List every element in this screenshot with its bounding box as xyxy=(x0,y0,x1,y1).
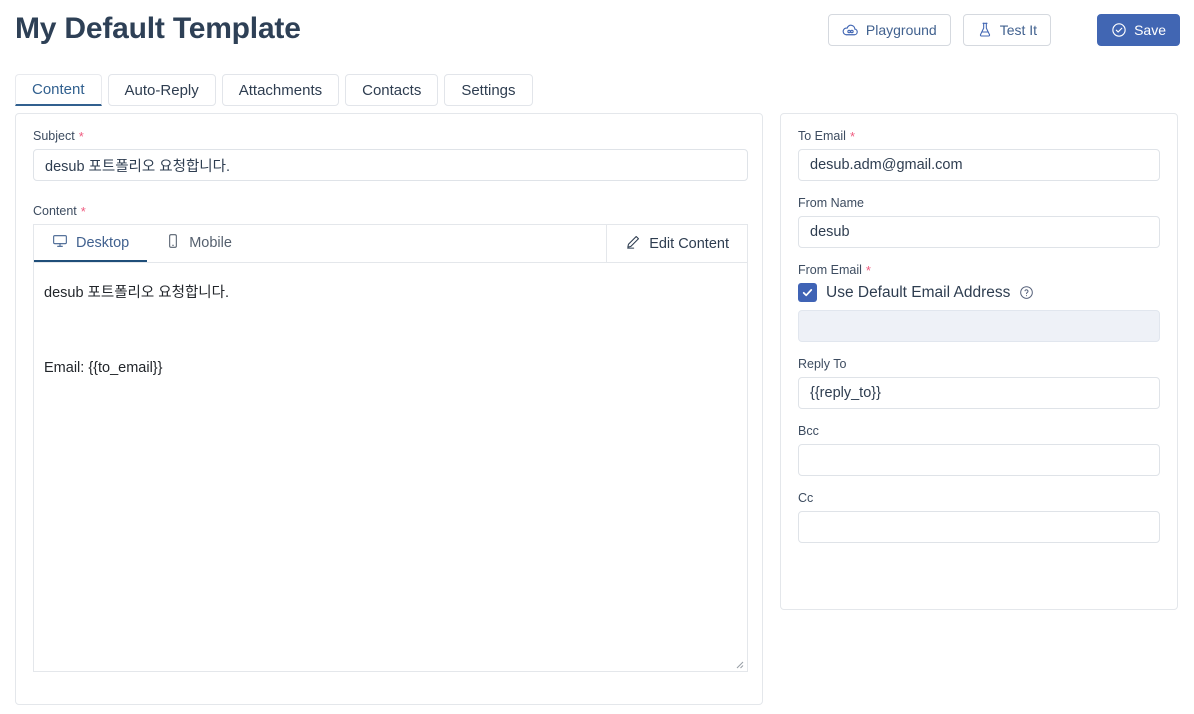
to-email-input-value: desub.adm@gmail.com xyxy=(810,157,963,173)
test-it-button-label: Test It xyxy=(999,22,1038,38)
from-name-input[interactable]: desub xyxy=(798,216,1160,248)
content-panel: Subject * desub 포트폴리오 요청합니다. Content * D… xyxy=(15,113,763,705)
content-preview-textarea[interactable]: desub 포트폴리오 요청합니다. Email: {{to_email}} xyxy=(33,262,748,672)
test-it-button[interactable]: Test It xyxy=(962,14,1052,46)
main-tabs: Content Auto-Reply Attachments Contacts … xyxy=(15,74,533,106)
tab-attachments-label: Attachments xyxy=(238,81,323,99)
cc-label-text: Cc xyxy=(798,491,814,505)
view-tab-mobile[interactable]: Mobile xyxy=(147,225,250,262)
to-email-label-text: To Email xyxy=(798,129,846,143)
from-email-label-text: From Email xyxy=(798,263,862,277)
bcc-input[interactable] xyxy=(798,444,1160,476)
content-label-text: Content xyxy=(33,204,77,218)
content-label: Content * xyxy=(33,204,748,218)
from-email-input xyxy=(798,310,1160,342)
from-name-input-value: desub xyxy=(810,224,850,240)
use-default-email-label: Use Default Email Address xyxy=(826,283,1011,301)
reply-to-field-group: Reply To {{reply_to}} xyxy=(798,357,1160,409)
cc-input[interactable] xyxy=(798,511,1160,543)
playground-button-label: Playground xyxy=(865,22,937,38)
from-email-label: From Email * xyxy=(798,263,1160,277)
subject-input-value: desub 포트폴리오 요청합니다. xyxy=(45,158,230,175)
tab-contacts-label: Contacts xyxy=(362,81,422,99)
tab-content[interactable]: Content xyxy=(15,74,102,106)
bcc-label-text: Bcc xyxy=(798,424,819,438)
save-button-label: Save xyxy=(1134,22,1166,38)
content-body-line: desub 포트폴리오 요청합니다. xyxy=(44,285,229,301)
email-settings-panel: To Email * desub.adm@gmail.com From Name… xyxy=(780,113,1178,610)
reply-to-input[interactable]: {{reply_to}} xyxy=(798,377,1160,409)
check-circle-icon xyxy=(1111,22,1127,38)
flask-icon xyxy=(977,22,993,38)
subject-label: Subject * xyxy=(33,129,748,143)
tab-auto-reply-label: Auto-Reply xyxy=(124,81,199,99)
textarea-resize-handle[interactable] xyxy=(732,656,744,669)
required-asterisk: * xyxy=(865,262,871,278)
use-default-email-checkbox[interactable] xyxy=(798,283,817,302)
required-asterisk: * xyxy=(80,203,86,219)
content-view-tabs: Desktop Mobile xyxy=(34,225,250,262)
required-asterisk: * xyxy=(849,128,855,144)
cc-field-group: Cc xyxy=(798,491,1160,543)
from-name-field-group: From Name desub xyxy=(798,196,1160,248)
content-body-line: Email: {{to_email}} xyxy=(44,360,163,377)
question-circle-icon[interactable] xyxy=(1019,285,1034,300)
tab-auto-reply[interactable]: Auto-Reply xyxy=(107,74,216,106)
required-asterisk: * xyxy=(78,128,84,144)
to-email-label: To Email * xyxy=(798,129,1160,143)
edit-content-button-label: Edit Content xyxy=(649,235,729,252)
tab-settings[interactable]: Settings xyxy=(444,74,533,106)
view-tab-desktop-label: Desktop xyxy=(76,234,130,251)
reply-to-label: Reply To xyxy=(798,357,1160,371)
subject-field-group: Subject * desub 포트폴리오 요청합니다. xyxy=(33,129,748,181)
pencil-icon xyxy=(625,234,641,254)
reply-to-input-value: {{reply_to}} xyxy=(810,385,881,401)
edit-content-button[interactable]: Edit Content xyxy=(606,225,747,262)
tab-attachments[interactable]: Attachments xyxy=(221,74,340,106)
header-actions: Playground Test It Save xyxy=(827,14,1180,46)
use-default-email-row: Use Default Email Address xyxy=(798,283,1160,302)
reply-to-label-text: Reply To xyxy=(798,357,847,371)
bcc-label: Bcc xyxy=(798,424,1160,438)
subject-label-text: Subject xyxy=(33,129,75,143)
page-title: My Default Template xyxy=(15,12,301,45)
template-editor-page: My Default Template Playground Test It S… xyxy=(0,0,1194,714)
cc-label: Cc xyxy=(798,491,1160,505)
bcc-field-group: Bcc xyxy=(798,424,1160,476)
to-email-field-group: To Email * desub.adm@gmail.com xyxy=(798,129,1160,181)
playground-button[interactable]: Playground xyxy=(827,14,951,46)
subject-input[interactable]: desub 포트폴리오 요청합니다. xyxy=(33,149,748,181)
view-tab-desktop[interactable]: Desktop xyxy=(34,225,148,262)
from-email-field-group: From Email * Use Default Email Address xyxy=(798,263,1160,342)
tab-contacts[interactable]: Contacts xyxy=(345,74,439,106)
page-header: My Default Template Playground Test It S… xyxy=(0,0,1194,68)
tab-settings-label: Settings xyxy=(461,81,516,99)
content-toolbar: Desktop Mobile Edit Content xyxy=(33,224,748,262)
tab-content-label: Content xyxy=(32,81,85,98)
monitor-icon xyxy=(52,233,68,253)
phone-icon xyxy=(165,233,181,253)
content-field-group: Content * Desktop Mobile Edit Content de… xyxy=(33,204,748,672)
from-name-label-text: From Name xyxy=(798,196,864,210)
to-email-input[interactable]: desub.adm@gmail.com xyxy=(798,149,1160,181)
from-name-label: From Name xyxy=(798,196,1160,210)
view-tab-mobile-label: Mobile xyxy=(189,234,232,251)
cloud-infinity-icon xyxy=(842,22,859,39)
save-button[interactable]: Save xyxy=(1097,14,1180,46)
